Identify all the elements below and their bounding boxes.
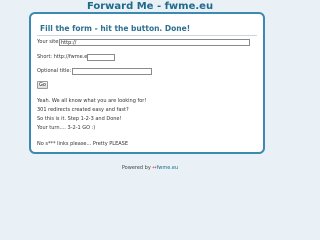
fwme-link[interactable]: fwme.eu bbox=[157, 165, 179, 171]
info-line: So this is it. Step 1-2-3 and Done! bbox=[37, 116, 122, 122]
short-label: Short: http://fwme.eu/ bbox=[37, 54, 93, 60]
powered-by-text: Powered by bbox=[121, 165, 151, 171]
info-line: Yeah. We all know what you are looking f… bbox=[37, 98, 147, 104]
your-site-input[interactable] bbox=[59, 39, 250, 46]
heading-divider bbox=[37, 35, 257, 36]
footer: Powered by ↔fwme.eu bbox=[0, 165, 300, 171]
site-title: Forward Me - fwme.eu bbox=[86, 1, 214, 12]
info-line: Your turn.... 3-2-1 GO :) bbox=[37, 125, 96, 131]
form-heading: Fill the form - hit the button. Done! bbox=[40, 24, 191, 33]
optional-title-label: Optional title: bbox=[37, 68, 72, 74]
optional-title-input[interactable] bbox=[72, 68, 152, 75]
your-site-label: Your site: bbox=[37, 39, 60, 45]
go-button[interactable]: Go bbox=[37, 81, 48, 89]
form-card: Fill the form - hit the button. Done! Yo… bbox=[29, 12, 265, 154]
info-line: 301 redirects created easy and fast? bbox=[37, 107, 129, 113]
short-input[interactable] bbox=[87, 54, 115, 61]
note-text: No s*** links please... Pretty PLEASE bbox=[37, 141, 128, 147]
